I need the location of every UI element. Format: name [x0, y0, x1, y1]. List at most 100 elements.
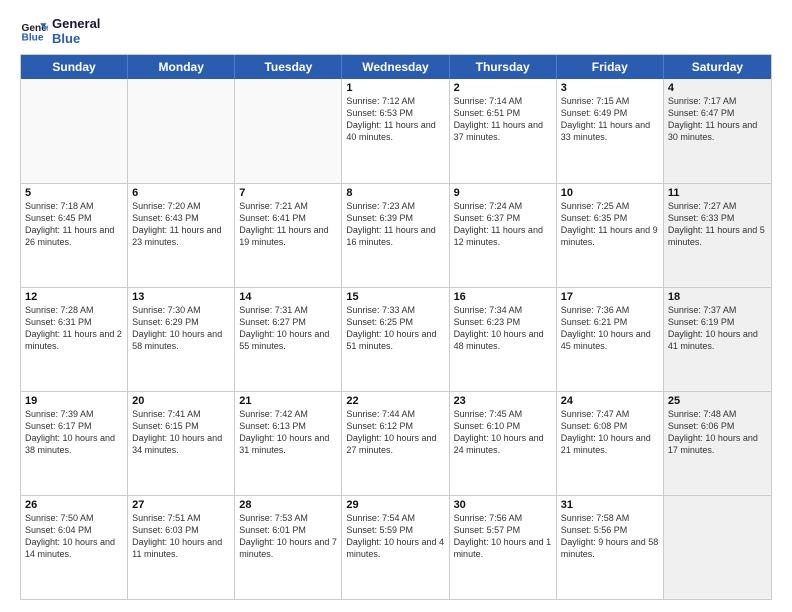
logo-icon: General Blue [20, 17, 48, 45]
day-number: 8 [346, 187, 444, 199]
calendar-cell-20: 20Sunrise: 7:41 AM Sunset: 6:15 PM Dayli… [128, 392, 235, 495]
day-info: Sunrise: 7:41 AM Sunset: 6:15 PM Dayligh… [132, 408, 230, 457]
day-number: 9 [454, 187, 552, 199]
calendar-cell-29: 29Sunrise: 7:54 AM Sunset: 5:59 PM Dayli… [342, 496, 449, 599]
day-info: Sunrise: 7:54 AM Sunset: 5:59 PM Dayligh… [346, 512, 444, 561]
day-number: 25 [668, 395, 767, 407]
calendar-row-2: 5Sunrise: 7:18 AM Sunset: 6:45 PM Daylig… [21, 183, 771, 287]
day-info: Sunrise: 7:21 AM Sunset: 6:41 PM Dayligh… [239, 200, 337, 249]
day-number: 16 [454, 291, 552, 303]
day-number: 18 [668, 291, 767, 303]
weekday-header-tuesday: Tuesday [235, 55, 342, 79]
day-info: Sunrise: 7:56 AM Sunset: 5:57 PM Dayligh… [454, 512, 552, 561]
calendar-row-1: 1Sunrise: 7:12 AM Sunset: 6:53 PM Daylig… [21, 79, 771, 183]
calendar-cell-6: 6Sunrise: 7:20 AM Sunset: 6:43 PM Daylig… [128, 184, 235, 287]
day-info: Sunrise: 7:51 AM Sunset: 6:03 PM Dayligh… [132, 512, 230, 561]
calendar-cell-empty-0-0 [21, 79, 128, 183]
day-number: 4 [668, 82, 767, 94]
logo-general: General [52, 16, 100, 31]
day-info: Sunrise: 7:37 AM Sunset: 6:19 PM Dayligh… [668, 304, 767, 353]
day-number: 21 [239, 395, 337, 407]
day-number: 17 [561, 291, 659, 303]
logo-blue: Blue [52, 31, 100, 46]
day-number: 14 [239, 291, 337, 303]
day-number: 31 [561, 499, 659, 511]
day-info: Sunrise: 7:36 AM Sunset: 6:21 PM Dayligh… [561, 304, 659, 353]
calendar-cell-empty-0-2 [235, 79, 342, 183]
day-info: Sunrise: 7:48 AM Sunset: 6:06 PM Dayligh… [668, 408, 767, 457]
header: General Blue General Blue [20, 16, 772, 46]
day-number: 11 [668, 187, 767, 199]
calendar-row-5: 26Sunrise: 7:50 AM Sunset: 6:04 PM Dayli… [21, 495, 771, 599]
calendar-cell-28: 28Sunrise: 7:53 AM Sunset: 6:01 PM Dayli… [235, 496, 342, 599]
day-number: 20 [132, 395, 230, 407]
day-info: Sunrise: 7:44 AM Sunset: 6:12 PM Dayligh… [346, 408, 444, 457]
page: General Blue General Blue SundayMondayTu… [0, 0, 792, 612]
day-info: Sunrise: 7:45 AM Sunset: 6:10 PM Dayligh… [454, 408, 552, 457]
calendar-cell-31: 31Sunrise: 7:58 AM Sunset: 5:56 PM Dayli… [557, 496, 664, 599]
day-info: Sunrise: 7:14 AM Sunset: 6:51 PM Dayligh… [454, 95, 552, 144]
day-info: Sunrise: 7:31 AM Sunset: 6:27 PM Dayligh… [239, 304, 337, 353]
calendar-cell-5: 5Sunrise: 7:18 AM Sunset: 6:45 PM Daylig… [21, 184, 128, 287]
calendar-cell-3: 3Sunrise: 7:15 AM Sunset: 6:49 PM Daylig… [557, 79, 664, 183]
calendar-cell-14: 14Sunrise: 7:31 AM Sunset: 6:27 PM Dayli… [235, 288, 342, 391]
day-info: Sunrise: 7:27 AM Sunset: 6:33 PM Dayligh… [668, 200, 767, 249]
day-info: Sunrise: 7:58 AM Sunset: 5:56 PM Dayligh… [561, 512, 659, 561]
calendar-cell-empty-0-1 [128, 79, 235, 183]
weekday-header-wednesday: Wednesday [342, 55, 449, 79]
day-info: Sunrise: 7:53 AM Sunset: 6:01 PM Dayligh… [239, 512, 337, 561]
day-info: Sunrise: 7:17 AM Sunset: 6:47 PM Dayligh… [668, 95, 767, 144]
day-number: 13 [132, 291, 230, 303]
svg-text:Blue: Blue [22, 32, 44, 43]
day-number: 1 [346, 82, 444, 94]
calendar-cell-22: 22Sunrise: 7:44 AM Sunset: 6:12 PM Dayli… [342, 392, 449, 495]
calendar-cell-1: 1Sunrise: 7:12 AM Sunset: 6:53 PM Daylig… [342, 79, 449, 183]
calendar-cell-24: 24Sunrise: 7:47 AM Sunset: 6:08 PM Dayli… [557, 392, 664, 495]
logo: General Blue General Blue [20, 16, 100, 46]
weekday-header-friday: Friday [557, 55, 664, 79]
weekday-header-thursday: Thursday [450, 55, 557, 79]
day-number: 3 [561, 82, 659, 94]
day-info: Sunrise: 7:28 AM Sunset: 6:31 PM Dayligh… [25, 304, 123, 353]
day-number: 15 [346, 291, 444, 303]
day-info: Sunrise: 7:47 AM Sunset: 6:08 PM Dayligh… [561, 408, 659, 457]
day-info: Sunrise: 7:23 AM Sunset: 6:39 PM Dayligh… [346, 200, 444, 249]
day-info: Sunrise: 7:15 AM Sunset: 6:49 PM Dayligh… [561, 95, 659, 144]
day-info: Sunrise: 7:42 AM Sunset: 6:13 PM Dayligh… [239, 408, 337, 457]
calendar-cell-19: 19Sunrise: 7:39 AM Sunset: 6:17 PM Dayli… [21, 392, 128, 495]
calendar-cell-4: 4Sunrise: 7:17 AM Sunset: 6:47 PM Daylig… [664, 79, 771, 183]
calendar-row-3: 12Sunrise: 7:28 AM Sunset: 6:31 PM Dayli… [21, 287, 771, 391]
calendar-header: SundayMondayTuesdayWednesdayThursdayFrid… [21, 55, 771, 79]
day-info: Sunrise: 7:34 AM Sunset: 6:23 PM Dayligh… [454, 304, 552, 353]
day-info: Sunrise: 7:24 AM Sunset: 6:37 PM Dayligh… [454, 200, 552, 249]
calendar-cell-empty-4-6 [664, 496, 771, 599]
day-number: 19 [25, 395, 123, 407]
day-info: Sunrise: 7:33 AM Sunset: 6:25 PM Dayligh… [346, 304, 444, 353]
day-number: 28 [239, 499, 337, 511]
calendar-cell-13: 13Sunrise: 7:30 AM Sunset: 6:29 PM Dayli… [128, 288, 235, 391]
day-number: 26 [25, 499, 123, 511]
day-info: Sunrise: 7:50 AM Sunset: 6:04 PM Dayligh… [25, 512, 123, 561]
day-number: 7 [239, 187, 337, 199]
calendar-cell-18: 18Sunrise: 7:37 AM Sunset: 6:19 PM Dayli… [664, 288, 771, 391]
calendar: SundayMondayTuesdayWednesdayThursdayFrid… [20, 54, 772, 600]
day-number: 10 [561, 187, 659, 199]
day-number: 23 [454, 395, 552, 407]
day-info: Sunrise: 7:39 AM Sunset: 6:17 PM Dayligh… [25, 408, 123, 457]
calendar-cell-15: 15Sunrise: 7:33 AM Sunset: 6:25 PM Dayli… [342, 288, 449, 391]
day-number: 30 [454, 499, 552, 511]
calendar-cell-30: 30Sunrise: 7:56 AM Sunset: 5:57 PM Dayli… [450, 496, 557, 599]
calendar-cell-23: 23Sunrise: 7:45 AM Sunset: 6:10 PM Dayli… [450, 392, 557, 495]
calendar-cell-25: 25Sunrise: 7:48 AM Sunset: 6:06 PM Dayli… [664, 392, 771, 495]
calendar-cell-21: 21Sunrise: 7:42 AM Sunset: 6:13 PM Dayli… [235, 392, 342, 495]
calendar-cell-7: 7Sunrise: 7:21 AM Sunset: 6:41 PM Daylig… [235, 184, 342, 287]
calendar-cell-16: 16Sunrise: 7:34 AM Sunset: 6:23 PM Dayli… [450, 288, 557, 391]
calendar-cell-17: 17Sunrise: 7:36 AM Sunset: 6:21 PM Dayli… [557, 288, 664, 391]
day-number: 5 [25, 187, 123, 199]
day-number: 29 [346, 499, 444, 511]
day-number: 24 [561, 395, 659, 407]
calendar-cell-26: 26Sunrise: 7:50 AM Sunset: 6:04 PM Dayli… [21, 496, 128, 599]
weekday-header-monday: Monday [128, 55, 235, 79]
calendar-row-4: 19Sunrise: 7:39 AM Sunset: 6:17 PM Dayli… [21, 391, 771, 495]
day-number: 12 [25, 291, 123, 303]
